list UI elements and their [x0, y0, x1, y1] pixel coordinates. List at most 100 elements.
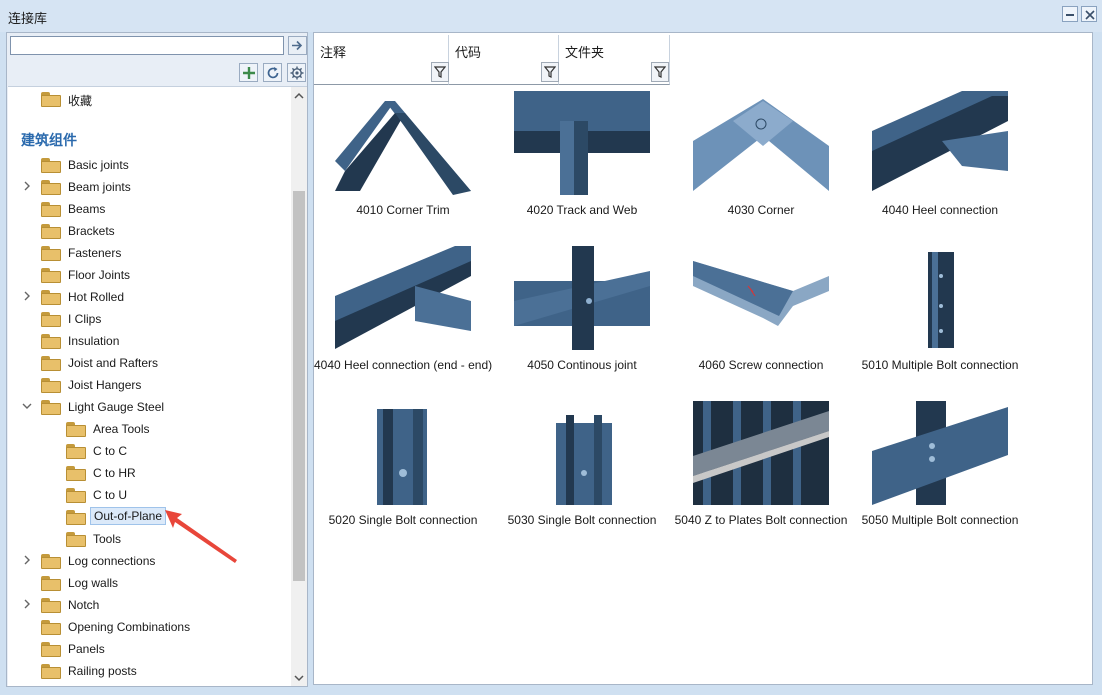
folder-icon [41, 158, 61, 173]
folder-icon [41, 378, 61, 393]
tree-item[interactable]: Brackets [8, 220, 291, 242]
component-caption: 4060 Screw connection [698, 358, 824, 372]
folder-icon [41, 554, 61, 569]
tree-item[interactable]: Joist and Rafters [8, 352, 291, 374]
tree-item-label: Hot Rolled [68, 290, 125, 304]
tree-item-label: Beams [68, 202, 106, 216]
search-input[interactable] [10, 36, 284, 55]
tree-item-label: Out-of-Plane [90, 507, 167, 525]
folder-icon [66, 444, 86, 459]
component-thumbnail [693, 99, 829, 191]
scroll-up-icon[interactable] [294, 91, 304, 101]
chevron-right-icon[interactable] [22, 555, 32, 565]
tree-item-label: Joist and Rafters [68, 356, 159, 370]
tree-item[interactable]: Log connections [8, 550, 291, 572]
search-go-button[interactable] [288, 36, 307, 55]
folder-icon [41, 598, 61, 613]
scrollbar-thumb[interactable] [293, 191, 305, 581]
tree-item[interactable]: Out-of-Plane [8, 506, 291, 528]
window-title: 连接库 [8, 11, 48, 26]
tree-item-label: Basic joints [68, 158, 129, 172]
tree-item-favorites[interactable]: 收藏 [8, 88, 291, 110]
tree-item[interactable]: Beam joints [8, 176, 291, 198]
tree-item[interactable]: Tools [8, 528, 291, 550]
component-tile[interactable]: 4040 Heel connection (end - end) [314, 246, 492, 396]
filter-button[interactable] [431, 62, 449, 82]
tree-item[interactable]: Area Tools [8, 418, 291, 440]
tree-item[interactable]: Floor Joints [8, 264, 291, 286]
gear-icon [290, 66, 304, 80]
component-caption: 5020 Single Bolt connection [328, 513, 478, 527]
component-caption: 4030 Corner [727, 203, 795, 217]
tree-item[interactable]: Panels [8, 638, 291, 660]
filter-button[interactable] [651, 62, 669, 82]
close-button[interactable] [1081, 6, 1097, 22]
component-tile[interactable]: 5020 Single Bolt connection [314, 401, 492, 551]
tree-scrollbar[interactable] [291, 87, 307, 686]
tree-item[interactable]: Fasteners [8, 242, 291, 264]
tree-item[interactable]: Log walls [8, 572, 291, 594]
chevron-right-icon[interactable] [22, 291, 32, 301]
tree-item[interactable]: Opening Combinations [8, 616, 291, 638]
component-tile[interactable]: 4020 Track and Web [493, 91, 671, 241]
refresh-button[interactable] [263, 63, 282, 82]
tree-item[interactable]: Railing posts [8, 660, 291, 682]
tree-item[interactable]: Light Gauge Steel [8, 396, 291, 418]
tree-item[interactable]: Joist Hangers [8, 374, 291, 396]
library-tree-panel: 收藏 建筑组件 Basic joints Beam joints Beams Brac… [6, 32, 308, 687]
column-header-folder[interactable]: 文件夹 [559, 35, 670, 85]
column-header-comment[interactable]: 注释 [314, 35, 449, 85]
component-tile[interactable]: 4040 Heel connection [851, 91, 1029, 241]
folder-icon [41, 202, 61, 217]
component-tile[interactable]: 5040 Z to Plates Bolt connection [672, 401, 850, 551]
arrow-right-icon [292, 40, 303, 51]
tree-item[interactable]: Notch [8, 594, 291, 616]
scroll-down-icon[interactable] [294, 673, 304, 683]
component-tile[interactable]: 5050 Multiple Bolt connection [851, 401, 1029, 551]
tree-item[interactable]: Basic joints [8, 154, 291, 176]
tree-item-label: Area Tools [93, 422, 150, 436]
tree-item-label: Log connections [68, 554, 156, 568]
column-header-code[interactable]: 代码 [449, 35, 559, 85]
tree-item-label: Insulation [68, 334, 120, 348]
folder-icon [41, 312, 61, 327]
tree-item-label: C to U [93, 488, 128, 502]
tree-item[interactable]: C to C [8, 440, 291, 462]
filter-icon [544, 66, 556, 78]
pin-button[interactable] [1062, 6, 1078, 22]
tree-item-label: C to C [93, 444, 128, 458]
chevron-right-icon[interactable] [22, 599, 32, 609]
tree-item-label: Railing posts [68, 664, 137, 678]
component-thumbnail [693, 261, 829, 326]
tree-item[interactable]: Hot Rolled [8, 286, 291, 308]
component-tile[interactable]: 4010 Corner Trim [314, 91, 492, 241]
component-caption: 4040 Heel connection (end - end) [314, 358, 493, 372]
tree-item[interactable]: Insulation [8, 330, 291, 352]
tree-item[interactable]: C to U [8, 484, 291, 506]
folder-icon [41, 290, 61, 305]
section-title: 建筑组件 [21, 132, 77, 148]
tree-item-label: I Clips [68, 312, 102, 326]
component-tile[interactable]: 4050 Continous joint [493, 246, 671, 396]
folder-tree[interactable]: 收藏 建筑组件 Basic joints Beam joints Beams Brac… [8, 86, 307, 686]
add-button[interactable] [239, 63, 258, 82]
tree-item[interactable]: C to HR [8, 462, 291, 484]
tree-item-label: C to HR [93, 466, 136, 480]
component-caption: 4040 Heel connection [881, 203, 999, 217]
component-thumbnail [335, 101, 471, 195]
tree-item[interactable]: Beams [8, 198, 291, 220]
chevron-down-icon[interactable] [22, 401, 32, 411]
tree-item-label: 收藏 [68, 94, 93, 108]
settings-button[interactable] [287, 63, 306, 82]
filter-button[interactable] [541, 62, 559, 82]
tree-item[interactable]: I Clips [8, 308, 291, 330]
component-thumbnail [872, 91, 1008, 191]
chevron-right-icon[interactable] [22, 181, 32, 191]
component-tile[interactable]: 4030 Corner [672, 91, 850, 241]
component-tile[interactable]: 4060 Screw connection [672, 246, 850, 396]
folder-icon [66, 466, 86, 481]
component-tile[interactable]: 5030 Single Bolt connection [493, 401, 671, 551]
component-caption: 5050 Multiple Bolt connection [861, 513, 1019, 527]
component-tile[interactable]: 5010 Multiple Bolt connection [851, 246, 1029, 396]
component-caption: 4050 Continous joint [527, 358, 637, 372]
